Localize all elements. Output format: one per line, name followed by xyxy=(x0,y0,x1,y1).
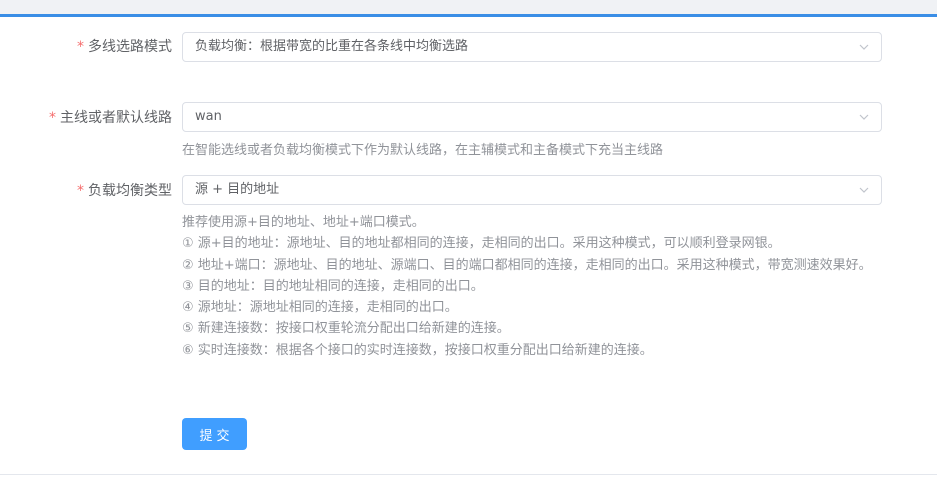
help-line: ⑤ 新建连接数：按接口权重轮流分配出口给新建的连接。 xyxy=(182,321,510,337)
routing-mode-label-text: 多线选路模式 xyxy=(88,39,172,55)
chevron-down-icon xyxy=(859,187,869,193)
routing-mode-value: 负载均衡：根据带宽的比重在各条线中均衡选路 xyxy=(195,39,469,54)
main-line-select[interactable]: wan xyxy=(182,102,882,132)
main-line-label: * 主线或者默认线路 xyxy=(49,108,172,128)
help-line: 推荐使用源+目的地址、地址+端口模式。 xyxy=(182,215,425,230)
top-bar xyxy=(0,0,937,14)
lb-type-select[interactable]: 源 + 目的地址 xyxy=(182,175,882,205)
required-mark: * xyxy=(77,39,84,55)
main-line-label-text: 主线或者默认线路 xyxy=(60,110,172,126)
chevron-down-icon xyxy=(859,114,869,120)
top-accent-line xyxy=(0,14,937,17)
chevron-down-icon xyxy=(859,44,869,50)
main-line-help: 在智能选线或者负载均衡模式下作为默认线路，在主辅模式和主备模式下充当主线路 xyxy=(182,143,664,158)
lb-type-label-text: 负载均衡类型 xyxy=(88,183,172,199)
required-mark: * xyxy=(49,110,56,126)
main-line-value: wan xyxy=(195,109,222,124)
lb-type-label: * 负载均衡类型 xyxy=(77,181,172,201)
lb-type-value: 源 + 目的地址 xyxy=(195,182,280,197)
lb-type-help: 推荐使用源+目的地址、地址+端口模式。 ① 源+目的地址：源地址、目的地址都相同… xyxy=(182,212,887,361)
submit-button[interactable]: 提交 xyxy=(182,418,247,450)
help-line: ② 地址+端口：源地址、目的地址、源端口、目的端口都相同的连接，走相同的出口。采… xyxy=(182,257,872,273)
help-line: ③ 目的地址：目的地址相同的连接，走相同的出口。 xyxy=(182,278,484,294)
help-line: ④ 源地址：源地址相同的连接，走相同的出口。 xyxy=(182,300,458,316)
bottom-divider xyxy=(0,474,937,475)
required-mark: * xyxy=(77,183,84,199)
routing-mode-label: * 多线选路模式 xyxy=(77,37,172,57)
help-line: ⑥ 实时连接数：根据各个接口的实时连接数，按接口权重分配出口给新建的连接。 xyxy=(182,342,653,358)
help-line: ① 源+目的地址：源地址、目的地址都相同的连接，走相同的出口。采用这种模式，可以… xyxy=(182,236,781,252)
routing-mode-select[interactable]: 负载均衡：根据带宽的比重在各条线中均衡选路 xyxy=(182,32,882,62)
